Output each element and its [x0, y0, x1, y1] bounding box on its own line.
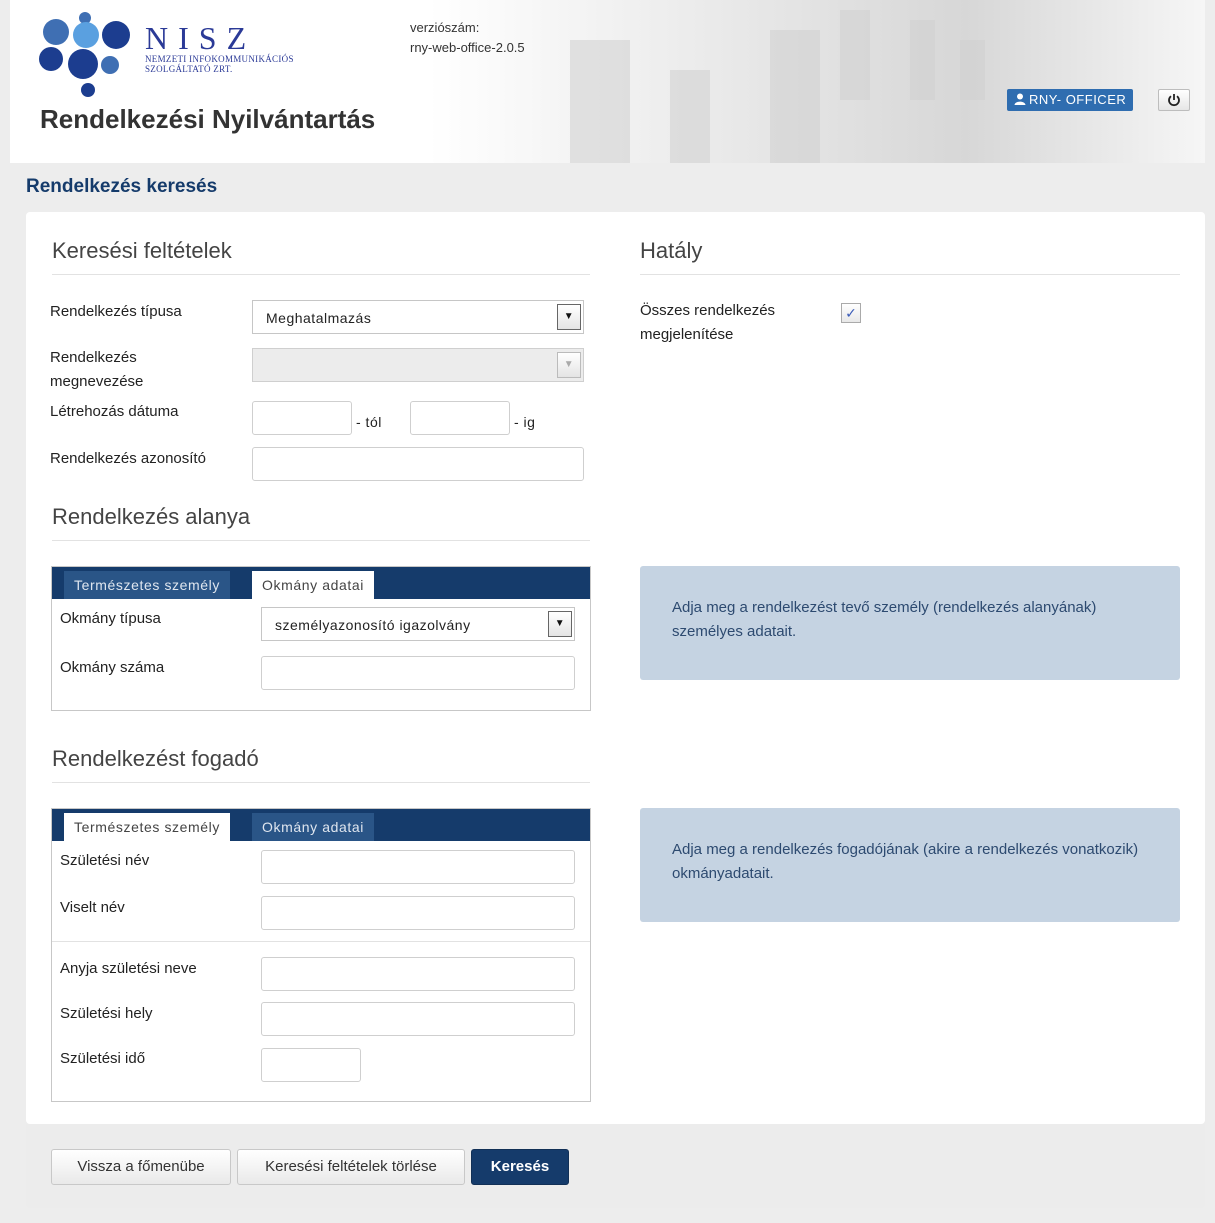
- doc-type-select-value: személyazonosító igazolvány: [275, 617, 471, 633]
- app-header: NISZ NEMZETI INFOKOMMUNIKÁCIÓS SZOLGÁLTA…: [10, 0, 1205, 163]
- user-icon: [1014, 93, 1026, 105]
- search-button[interactable]: Keresés: [471, 1149, 569, 1185]
- section-divider: [640, 274, 1180, 275]
- header-background-building: [840, 10, 870, 100]
- doc-type-select[interactable]: személyazonosító igazolvány ▼: [261, 607, 575, 641]
- current-name-input[interactable]: [261, 896, 575, 930]
- type-select[interactable]: Meghatalmazás ▼: [252, 300, 584, 334]
- current-name-label: Viselt név: [60, 899, 125, 916]
- subject-tab-bar: Természetes személy Okmány adatai: [52, 567, 590, 599]
- show-all-label-line1: Összes rendelkezés: [640, 302, 776, 319]
- doc-type-label: Okmány típusa: [60, 610, 161, 627]
- page-title: Rendelkezés keresés: [26, 176, 218, 197]
- section-divider: [52, 274, 590, 275]
- user-menu-button[interactable]: RNY- OFFICER: [1007, 89, 1134, 111]
- subject-tab-natural-person[interactable]: Természetes személy: [64, 571, 230, 599]
- user-name: RNY- OFFICER: [1029, 92, 1127, 107]
- created-to-input[interactable]: [410, 401, 510, 435]
- app-title: Rendelkezési Nyilvántartás: [40, 104, 376, 134]
- birth-name-input[interactable]: [261, 850, 575, 884]
- show-all-label-line2: megjelenítése: [640, 326, 734, 343]
- chevron-down-icon: ▼: [557, 304, 581, 330]
- subject-section-title: Rendelkezés alanya: [52, 504, 251, 529]
- created-date-label: Létrehozás dátuma: [50, 403, 179, 420]
- birth-name-label: Születési név: [60, 852, 150, 869]
- power-icon: [1168, 94, 1180, 107]
- birth-date-input[interactable]: [261, 1048, 361, 1082]
- chevron-down-icon: ▼: [557, 352, 581, 378]
- search-form-panel: Keresési feltételek Rendelkezés típusa M…: [26, 212, 1205, 1124]
- section-divider: [52, 540, 590, 541]
- nisz-logo-icon: [39, 12, 130, 97]
- type-select-value: Meghatalmazás: [266, 310, 372, 326]
- birth-date-label: Születési idő: [60, 1050, 146, 1067]
- logo-wordmark: NISZ NEMZETI INFOKOMMUNIKÁCIÓS SZOLGÁLTA…: [145, 22, 294, 74]
- logo-name: NISZ: [145, 20, 257, 56]
- receiver-section-title: Rendelkezést fogadó: [52, 746, 259, 771]
- logo-subtitle-line2: SZOLGÁLTATÓ ZRT.: [145, 64, 233, 74]
- receiver-tab-bar: Természetes személy Okmány adatai: [52, 809, 590, 841]
- receiver-info-box: Adja meg a rendelkezés fogadójának (akir…: [640, 808, 1180, 922]
- id-label: Rendelkezés azonosító: [50, 450, 206, 467]
- show-all-label: Összes rendelkezés megjelenítése: [640, 299, 775, 347]
- subject-tab-document-data[interactable]: Okmány adatai: [252, 571, 374, 599]
- type-label: Rendelkezés típusa: [50, 303, 182, 320]
- mother-name-input[interactable]: [261, 957, 575, 991]
- criteria-section-title: Keresési feltételek: [52, 238, 232, 263]
- doc-number-input[interactable]: [261, 656, 575, 690]
- subject-tab-panel: Természetes személy Okmány adatai Okmány…: [51, 566, 591, 711]
- version-value: rny-web-office-2.0.5: [410, 40, 525, 55]
- subject-info-box: Adja meg a rendelkezést tevő személy (re…: [640, 566, 1180, 680]
- header-background-building: [960, 40, 985, 100]
- created-from-input[interactable]: [252, 401, 352, 435]
- receiver-tab-panel: Természetes személy Okmány adatai Szület…: [51, 808, 591, 1102]
- effect-section-title: Hatály: [640, 238, 703, 263]
- checkmark-icon: ✓: [845, 305, 857, 321]
- logo-subtitle-line1: NEMZETI INFOKOMMUNIKÁCIÓS: [145, 54, 294, 64]
- header-background-building: [670, 70, 710, 163]
- name-label-line2: megnevezése: [50, 373, 144, 390]
- chevron-down-icon: ▼: [548, 611, 572, 637]
- mother-name-label: Anyja születési neve: [60, 960, 197, 977]
- receiver-tab-document-data[interactable]: Okmány adatai: [252, 813, 374, 841]
- field-group-divider: [52, 941, 590, 942]
- back-to-menu-button[interactable]: Vissza a főmenübe: [51, 1149, 231, 1185]
- id-input[interactable]: [252, 447, 584, 481]
- section-divider: [52, 782, 590, 783]
- header-background-building: [570, 40, 630, 163]
- action-bar: Vissza a főmenübe Keresési feltételek tö…: [26, 1124, 1205, 1208]
- name-select: ▼: [252, 348, 584, 382]
- name-label-line1: Rendelkezés: [50, 349, 137, 366]
- version-info: verziószám: rny-web-office-2.0.5: [410, 18, 525, 58]
- birth-place-input[interactable]: [261, 1002, 575, 1036]
- receiver-tab-natural-person[interactable]: Természetes személy: [64, 813, 230, 841]
- name-label: Rendelkezés megnevezése: [50, 346, 143, 394]
- version-label: verziószám:: [410, 20, 480, 35]
- doc-number-label: Okmány száma: [60, 659, 165, 676]
- to-suffix: - ig: [514, 414, 536, 430]
- header-background-building: [770, 30, 820, 163]
- birth-place-label: Születési hely: [60, 1005, 153, 1022]
- from-suffix: - tól: [356, 414, 382, 430]
- header-background-building: [910, 20, 935, 100]
- show-all-checkbox[interactable]: ✓: [841, 303, 861, 323]
- logout-button[interactable]: [1158, 89, 1190, 111]
- clear-criteria-button[interactable]: Keresési feltételek törlése: [237, 1149, 465, 1185]
